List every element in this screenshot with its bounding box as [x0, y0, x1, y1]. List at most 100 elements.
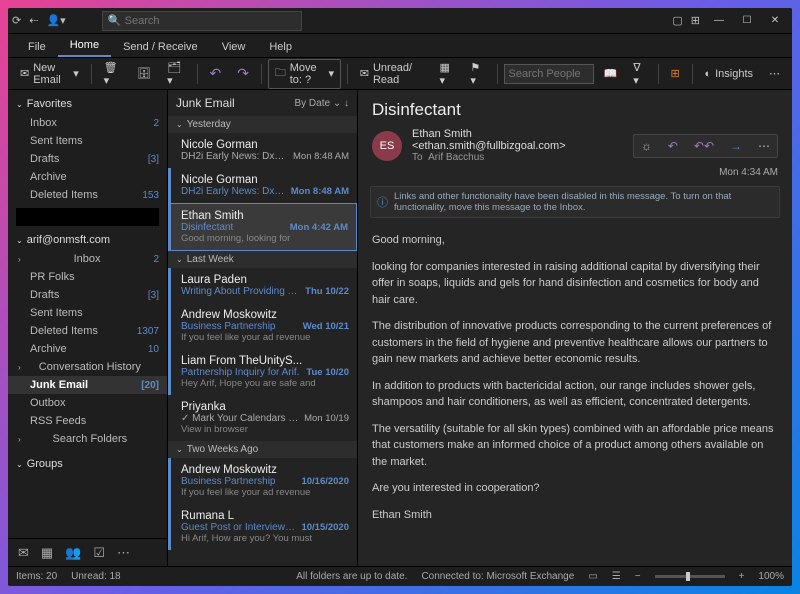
categorize-button[interactable]: ▦ ▾ — [434, 58, 461, 90]
view-normal-icon[interactable]: ▭ — [588, 571, 597, 582]
more-views-icon[interactable]: ⋯ — [117, 545, 130, 561]
search-people-input[interactable] — [504, 64, 594, 84]
status-items: Items: 20 — [16, 571, 57, 582]
nav-archive[interactable]: Archive10 — [8, 340, 167, 358]
back-icon[interactable]: ⇠ — [29, 14, 38, 27]
nav-inbox[interactable]: › Inbox2 — [8, 250, 167, 268]
tab-view[interactable]: View — [210, 37, 258, 57]
title-right-icons: ▢ ⊞ — [672, 14, 700, 27]
message-row[interactable]: Nicole GormanDH2i Early News: DxOdysse..… — [168, 168, 357, 203]
forward-icon[interactable]: → — [723, 135, 749, 157]
more-button[interactable]: ⋯ — [763, 64, 786, 83]
reading-from: Ethan Smith <ethan.smith@fullbizgoal.com… — [412, 128, 623, 152]
status-connection: Connected to: Microsoft Exchange — [421, 571, 574, 582]
main-area: ⌄FavoritesInbox2Sent ItemsDrafts[3]Archi… — [8, 90, 792, 566]
sync-icon[interactable]: ⟳ — [12, 14, 21, 27]
outlook-window: ⟳ ⇠ 👤▾ 🔍 ▢ ⊞ — ☐ ✕ FileHomeSend / Receiv… — [8, 8, 792, 586]
nav-pr-folks[interactable]: PR Folks — [8, 268, 167, 286]
body-paragraph: Good morning, — [372, 232, 778, 249]
message-row[interactable]: Nicole GormanDH2i Early News: DxOdyssey … — [168, 133, 357, 168]
nav-fav-sent-items[interactable]: Sent Items — [8, 132, 167, 150]
nav-fav-drafts[interactable]: Drafts[3] — [8, 150, 167, 168]
filter-button[interactable]: ∇ ▾ — [627, 58, 651, 90]
reading-time: Mon 4:34 AM — [358, 167, 792, 182]
msg-group-header[interactable]: ⌄ Yesterday — [168, 116, 357, 133]
tab-file[interactable]: File — [16, 37, 58, 57]
tab-help[interactable]: Help — [257, 37, 304, 57]
folder-button[interactable]: 🗂 ▾ — [161, 58, 191, 90]
flag-button[interactable]: ⚑ ▾ — [464, 58, 490, 90]
reply-all-icon[interactable]: ↶↶ — [687, 135, 721, 157]
body-paragraph: Ethan Smith — [372, 507, 778, 524]
sun-icon[interactable]: ☼ — [634, 135, 659, 157]
nav-search-folders[interactable]: › Search Folders — [8, 430, 167, 448]
nav-outbox[interactable]: Outbox — [8, 394, 167, 412]
mail-view-icon[interactable]: ✉ — [18, 545, 29, 561]
zoom-out-icon[interactable]: − — [635, 571, 641, 582]
tasks-view-icon[interactable]: ☑ — [93, 545, 105, 561]
reading-body: Good morning,looking for companies inter… — [358, 222, 792, 566]
msg-group-header[interactable]: ⌄ Two Weeks Ago — [168, 441, 357, 458]
folder-title: Junk Email — [176, 96, 235, 110]
msg-group-header[interactable]: ⌄ Last Week — [168, 251, 357, 268]
nav-rss-feeds[interactable]: RSS Feeds — [8, 412, 167, 430]
message-row[interactable]: Priyanka✓ Mark Your Calendars to M...Mon… — [168, 395, 357, 441]
nav-conversation-history[interactable]: › Conversation History — [8, 358, 167, 376]
reply-icon[interactable]: ↶ — [661, 135, 685, 157]
close-button[interactable]: ✕ — [762, 11, 788, 31]
unread-read-button[interactable]: ✉ Unread/ Read — [354, 59, 430, 89]
zoom-slider[interactable] — [655, 575, 725, 578]
nav-account-header[interactable]: ⌄arif@onmsft.com — [8, 230, 167, 250]
nav-sent-items[interactable]: Sent Items — [8, 304, 167, 322]
ribbon-toggle-icon[interactable]: ▢ — [672, 14, 682, 27]
search-icon: 🔍 — [108, 14, 122, 27]
reading-meta: Ethan Smith <ethan.smith@fullbizgoal.com… — [412, 128, 623, 163]
addin1-button[interactable]: ⊞ — [664, 64, 685, 83]
zoom-in-icon[interactable]: + — [739, 571, 745, 582]
nav-drafts[interactable]: Drafts[3] — [8, 286, 167, 304]
tab-home[interactable]: Home — [58, 35, 111, 57]
qat: ⟳ ⇠ 👤▾ — [12, 14, 66, 27]
message-row[interactable]: Andrew MoskowitzBusiness Partnership10/1… — [168, 458, 357, 504]
message-row[interactable]: Rumana LGuest Post or Interview opp...10… — [168, 504, 357, 550]
folder-pane: ⌄FavoritesInbox2Sent ItemsDrafts[3]Archi… — [8, 90, 168, 566]
coming-soon-icon[interactable]: ⊞ — [691, 14, 700, 27]
sort-dropdown[interactable]: By Date ⌄ ↓ — [294, 98, 349, 109]
body-paragraph: The versatility (suitable for all skin t… — [372, 421, 778, 471]
new-email-button[interactable]: ✉ New Email ▾ — [14, 59, 85, 89]
insights-button[interactable]: ◐ Insights — [698, 65, 759, 83]
nav-fav-archive[interactable]: Archive — [8, 168, 167, 186]
nav-deleted-items[interactable]: Deleted Items1307 — [8, 322, 167, 340]
maximize-button[interactable]: ☐ — [734, 11, 760, 31]
move-to-dropdown[interactable]: 🗀 Move to: ? ▾ — [268, 59, 341, 89]
delete-button[interactable]: 🗑 ▾ — [98, 58, 128, 90]
tab-sendreceive[interactable]: Send / Receive — [111, 37, 210, 57]
search-input[interactable] — [102, 11, 302, 31]
people-view-icon[interactable]: 👥 — [65, 545, 81, 561]
address-book-button[interactable]: 📖 — [598, 64, 624, 83]
body-paragraph: In addition to products with bactericida… — [372, 378, 778, 411]
message-row[interactable]: Liam From TheUnityS...Partnership Inquir… — [168, 349, 357, 395]
message-row[interactable]: Ethan SmithDisinfectantMon 4:42 AMGood m… — [168, 203, 357, 251]
nav-fav-deleted-items[interactable]: Deleted Items153 — [8, 186, 167, 204]
minimize-button[interactable]: — — [706, 11, 732, 31]
redo-button[interactable]: ↷ — [231, 62, 255, 85]
message-row[interactable]: Laura PadenWriting About Providing To...… — [168, 268, 357, 303]
view-reading-icon[interactable]: ☰ — [612, 571, 621, 582]
info-bar[interactable]: ⓘ Links and other functionality have bee… — [370, 186, 780, 218]
reading-actions: ☼ ↶ ↶↶ → ⋯ — [633, 134, 778, 158]
nav-footer: ✉ ▦ 👥 ☑ ⋯ — [8, 538, 167, 566]
nav-groups-header[interactable]: ⌄Groups — [8, 454, 167, 474]
nav-fav-inbox[interactable]: Inbox2 — [8, 114, 167, 132]
undo-button[interactable]: ↶ — [204, 62, 228, 85]
redacted-block — [16, 208, 159, 226]
folder-list: ⌄FavoritesInbox2Sent ItemsDrafts[3]Archi… — [8, 90, 167, 538]
ribbon-tabs: FileHomeSend / ReceiveViewHelp — [8, 34, 792, 58]
person-icon[interactable]: 👤▾ — [46, 14, 65, 27]
calendar-view-icon[interactable]: ▦ — [41, 545, 53, 561]
archive-button[interactable]: 🗄 — [131, 64, 157, 83]
nav-favorites-header[interactable]: ⌄Favorites — [8, 94, 167, 114]
message-row[interactable]: Andrew MoskowitzBusiness PartnershipWed … — [168, 303, 357, 349]
more-actions-icon[interactable]: ⋯ — [751, 135, 777, 157]
nav-junk-email[interactable]: Junk Email[20] — [8, 376, 167, 394]
